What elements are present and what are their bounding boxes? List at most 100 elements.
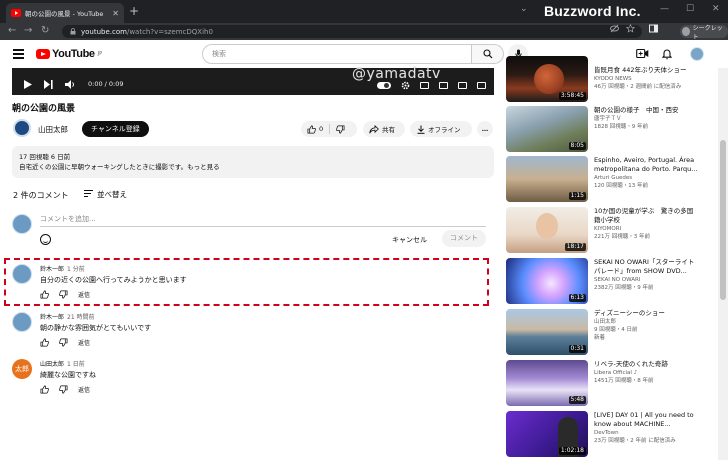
comment-dislike-icon[interactable]	[59, 338, 68, 347]
recommended-video[interactable]: 6:13 SEKAI NO OWARI「スターライトパレード」from SHOW…	[506, 258, 696, 304]
reply-button[interactable]: 返信	[78, 385, 90, 394]
youtube-logo[interactable]: YouTube JP	[36, 48, 102, 60]
video-channel[interactable]: DevTown	[594, 429, 698, 437]
back-button[interactable]: ←	[8, 25, 16, 37]
address-bar[interactable]: youtube.com/watch?v=szemcDQXih0	[62, 25, 642, 38]
thumbs-down-icon	[336, 125, 345, 133]
highlight-annotation-box	[4, 258, 489, 306]
search-button[interactable]	[472, 44, 504, 64]
tab-search-icon[interactable]: ⌄	[520, 4, 528, 14]
comment-like-icon[interactable]	[40, 338, 49, 347]
comment-author[interactable]: 鈴木一郎	[40, 314, 64, 321]
play-button-icon[interactable]	[24, 79, 32, 89]
video-channel[interactable]: KYODO NEWS	[594, 75, 698, 83]
comment-dislike-icon[interactable]	[59, 385, 68, 394]
view-count: 17 回視聴 6 日前	[19, 153, 71, 161]
offline-download-button[interactable]: オフライン	[410, 121, 472, 137]
video-thumbnail[interactable]: 0:31	[506, 309, 588, 355]
next-video-icon[interactable]	[44, 79, 53, 89]
video-stats: 2382万 回視聴・9 年前	[594, 285, 654, 291]
video-thumbnail[interactable]: 8:05	[506, 106, 588, 152]
recommended-video[interactable]: 0:31 ディズニーシーのショー 山田太郎 9 回視聴・4 日前 新着	[506, 309, 696, 355]
emoji-picker-icon[interactable]	[40, 234, 51, 245]
reply-button[interactable]: 返信	[78, 338, 90, 347]
dislike-button[interactable]	[330, 125, 351, 134]
video-thumbnail[interactable]: 3:58:45	[506, 56, 588, 102]
video-title[interactable]: Espinho, Aveiro, Portugal. Área metropol…	[594, 156, 698, 174]
reload-button[interactable]: ↻	[41, 25, 49, 37]
recommended-video[interactable]: 1:15 Espinho, Aveiro, Portugal. Área met…	[506, 156, 698, 202]
menu-hamburger-icon[interactable]	[13, 49, 24, 61]
video-duration: 1:15	[568, 192, 586, 200]
video-thumbnail[interactable]: 1:02:18	[506, 411, 588, 457]
video-channel[interactable]: 山田太郎	[594, 318, 698, 326]
video-description[interactable]: 17 回視聴 6 日前 自宅近くの公園に早朝ウォーキングしたときに撮影です。もっ…	[12, 146, 494, 178]
cancel-comment-button[interactable]: キャンセル	[392, 235, 427, 245]
theater-mode-icon[interactable]	[439, 82, 448, 89]
subscribe-button[interactable]: チャンネル登録	[82, 121, 149, 137]
add-comment-input[interactable]: コメントを追加...	[40, 213, 486, 227]
share-arrow-icon	[369, 124, 379, 133]
more-actions-button[interactable]: …	[477, 121, 493, 137]
recommended-video[interactable]: 3:58:45 皆既月食 442年ぶり天体ショー KYODO NEWS 46万 …	[506, 56, 696, 102]
comment-author[interactable]: 山田太郎	[40, 361, 64, 368]
sort-comments-button[interactable]: 並べ替え	[84, 189, 127, 200]
recommended-video[interactable]: 1:02:18 [LIVE] DAY 01 | All you need to …	[506, 411, 696, 457]
video-duration: 5:48	[568, 396, 586, 404]
scrollbar-thumb[interactable]	[720, 140, 726, 300]
search-input[interactable]: 検索	[202, 44, 472, 64]
incognito-profile-button[interactable]: シークレット	[680, 25, 728, 41]
video-thumbnail[interactable]: 6:13	[506, 258, 588, 304]
settings-gear-icon[interactable]	[401, 81, 410, 90]
video-thumbnail[interactable]: 1:15	[506, 156, 588, 202]
video-stats: 46万 回視聴・2 週間前 に配信済み	[594, 84, 682, 90]
video-channel[interactable]: SEKAI NO OWARI	[594, 276, 698, 284]
video-thumbnail[interactable]: 5:48	[506, 360, 588, 406]
like-button[interactable]: 0	[301, 124, 331, 134]
share-button[interactable]: 共有	[363, 121, 405, 137]
channel-name[interactable]: 山田太郎	[38, 124, 68, 135]
cast-icon[interactable]	[458, 82, 467, 89]
video-title[interactable]: [LIVE] DAY 01 | All you need to know abo…	[594, 411, 698, 429]
video-title[interactable]: リベラ-天使のくれた奇跡	[594, 360, 698, 369]
volume-icon[interactable]	[65, 79, 76, 89]
forward-button[interactable]: →	[24, 25, 32, 37]
player-right-controls	[377, 81, 486, 90]
video-channel[interactable]: KIYOMORI	[594, 225, 698, 233]
url-path: /watch?v=szemcDQXih0	[126, 27, 213, 36]
maximize-button[interactable]: ☐	[686, 4, 694, 14]
video-title[interactable]: 皆既月食 442年ぶり天体ショー	[594, 66, 698, 75]
offline-label: オフライン	[428, 126, 461, 134]
browser-tab[interactable]: 朝の公園の風景 - YouTube ✕	[6, 3, 124, 23]
recommended-video[interactable]: 8:05 朝の公園の様子 中国・西安 唐宇子ＴＶ 1828 回視聴・9 年前	[506, 106, 696, 152]
autoplay-toggle[interactable]	[377, 82, 391, 89]
comment-time[interactable]: 21 時間前	[67, 314, 95, 321]
miniplayer-icon[interactable]	[420, 82, 429, 89]
comment-avatar[interactable]	[12, 312, 32, 332]
video-channel[interactable]: Arturi Guedes	[594, 174, 698, 182]
video-title[interactable]: 10か国の児童が学ぶ 驚きの多国籍小学校	[594, 207, 698, 225]
minimize-button[interactable]: —	[660, 4, 669, 14]
submit-comment-button[interactable]: コメント	[442, 230, 486, 247]
video-channel[interactable]: 唐宇子ＴＶ	[594, 115, 698, 123]
video-title[interactable]: SEKAI NO OWARI「スターライトパレード」from SHOW DVD.…	[594, 258, 698, 276]
bookmark-star-icon[interactable]	[626, 24, 635, 33]
comment-like-icon[interactable]	[40, 385, 49, 394]
channel-avatar[interactable]	[13, 119, 31, 137]
comment-time[interactable]: 1 日前	[67, 361, 85, 368]
video-title[interactable]: 朝の公園の様子 中国・西安	[594, 106, 698, 115]
video-thumbnail[interactable]: 18:17	[506, 207, 588, 253]
recommended-video[interactable]: 5:48 リベラ-天使のくれた奇跡 Libera Official ♪ 1451…	[506, 360, 696, 406]
recommended-video[interactable]: 18:17 10か国の児童が学ぶ 驚きの多国籍小学校 KIYOMORI 221万…	[506, 207, 696, 253]
fullscreen-icon[interactable]	[477, 82, 486, 89]
new-tab-button[interactable]: +	[129, 4, 139, 18]
tab-close-icon[interactable]: ✕	[112, 9, 119, 18]
video-channel[interactable]: Libera Official ♪	[594, 369, 698, 377]
current-user-avatar	[12, 214, 32, 234]
close-window-button[interactable]: ✕	[712, 4, 720, 14]
youtube-logo-region: JP	[97, 51, 103, 57]
new-badge: 新着	[594, 335, 606, 341]
video-title[interactable]: ディズニーシーのショー	[594, 309, 698, 318]
comment-avatar[interactable]: 太郎	[12, 359, 32, 379]
sidepanel-icon[interactable]	[649, 24, 658, 33]
